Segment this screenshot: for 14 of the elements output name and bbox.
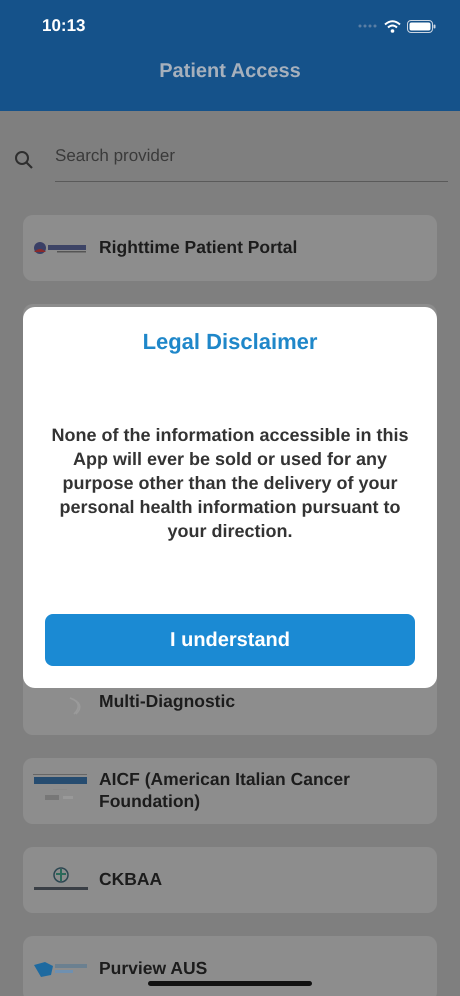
screen-title: Patient Access: [158, 60, 302, 83]
search-icon: [14, 150, 34, 170]
signal-icon: [358, 24, 378, 28]
provider-card[interactable]: Righttime Patient Portal: [23, 215, 437, 281]
search-field[interactable]: Search provider: [55, 138, 448, 182]
wifi-icon: [384, 20, 401, 32]
dialog-message: None of the information accessible in this App will ever be sold or used for any purpose other than the delivery of your personal health information pursuant to your direction.: [50, 424, 410, 543]
status-time: 10:13: [42, 16, 86, 36]
provider-card[interactable]: CKBAA: [23, 847, 437, 913]
understand-button[interactable]: I understand: [45, 614, 415, 666]
battery-icon: [407, 20, 436, 32]
provider-card[interactable]: Purview AUS: [23, 936, 437, 996]
provider-card[interactable]: AICF (American Italian Cancer Foundation): [23, 758, 437, 824]
dialog-title: Legal Disclaimer: [142, 329, 318, 355]
